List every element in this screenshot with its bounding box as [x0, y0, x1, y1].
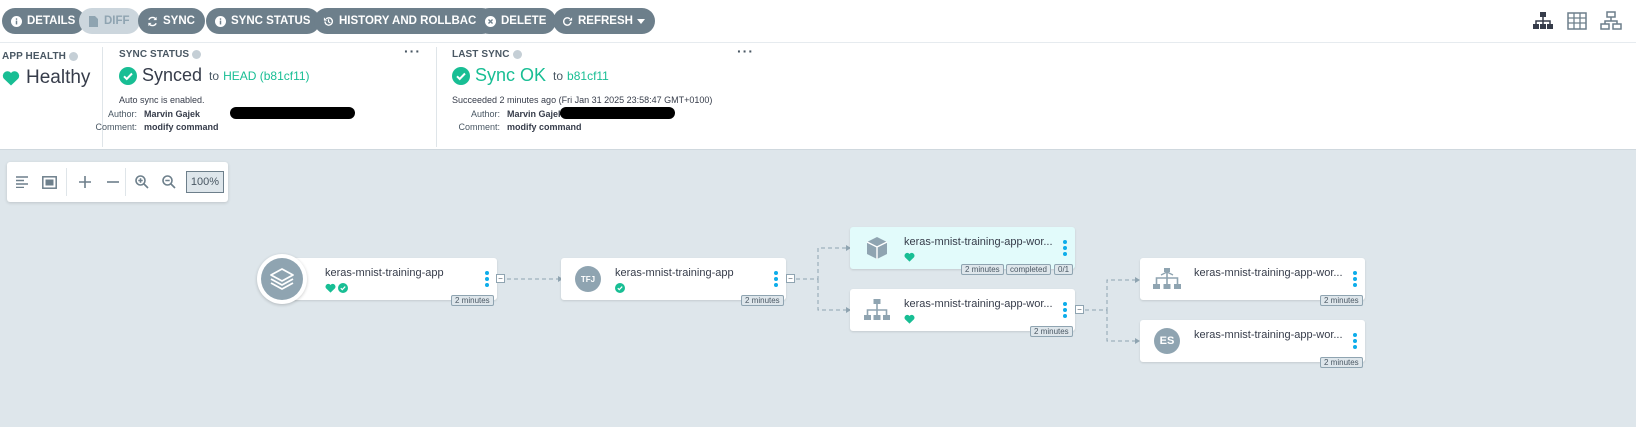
pod-node-menu-button[interactable]	[1063, 240, 1067, 256]
svc-node[interactable]: keras-mnist-training-app-wor...	[850, 289, 1075, 331]
pod-ready-tag: 0/1	[1054, 264, 1074, 275]
ep-node[interactable]: keras-mnist-training-app-wor...	[1140, 258, 1365, 300]
endpointslice-node[interactable]: ES keras-mnist-training-app-wor...	[1140, 320, 1365, 362]
svc-node-status	[904, 314, 915, 324]
pod-phase-tag: completed	[1006, 264, 1051, 275]
endpointslice-icon: ES	[1150, 324, 1184, 358]
heart-icon	[325, 283, 336, 293]
edge-svc-endpointslice	[1106, 310, 1136, 342]
svc-node-age-tag: 2 minutes	[1030, 326, 1073, 337]
pod-node[interactable]: keras-mnist-training-app-wor...	[850, 227, 1075, 269]
tfjob-node-age-tag: 2 minutes	[741, 295, 784, 306]
app-node-collapse-toggle[interactable]: −	[496, 274, 505, 283]
endpointslice-node-menu-button[interactable]	[1353, 333, 1357, 349]
heart-icon	[904, 252, 915, 262]
tfjob-node[interactable]: TFJ keras-mnist-training-app	[561, 258, 786, 300]
ep-node-menu-button[interactable]	[1353, 271, 1357, 287]
check-circle-icon	[338, 283, 348, 293]
ep-node-age-tag: 2 minutes	[1320, 295, 1363, 306]
network-icon	[860, 293, 894, 327]
app-node-icon[interactable]	[257, 254, 307, 304]
app-node-age-tag: 2 minutes	[451, 295, 494, 306]
tfjob-node-collapse-toggle[interactable]: −	[786, 274, 795, 283]
app-node-menu-button[interactable]	[485, 271, 489, 287]
tfjob-icon: TFJ	[571, 262, 605, 296]
svc-node-menu-button[interactable]	[1063, 302, 1067, 318]
edge-tfjob-svc	[817, 279, 846, 311]
app-node-status	[325, 283, 348, 293]
endpoints-icon	[1150, 262, 1184, 296]
layers-icon	[261, 258, 303, 300]
endpointslice-node-age-tag: 2 minutes	[1320, 357, 1363, 368]
graph-edges	[507, 245, 1140, 344]
tfjob-node-menu-button[interactable]	[774, 271, 778, 287]
edge-svc-ep	[1085, 279, 1136, 311]
check-circle-icon	[615, 283, 625, 293]
svc-node-collapse-toggle[interactable]: −	[1075, 305, 1084, 314]
tfjob-node-status	[615, 283, 625, 293]
pod-node-status	[904, 252, 915, 262]
heart-icon	[904, 314, 915, 324]
edge-tfjob-pod	[796, 247, 846, 280]
cube-icon	[860, 231, 894, 265]
pod-node-age-tag: 2 minutes	[961, 264, 1004, 275]
